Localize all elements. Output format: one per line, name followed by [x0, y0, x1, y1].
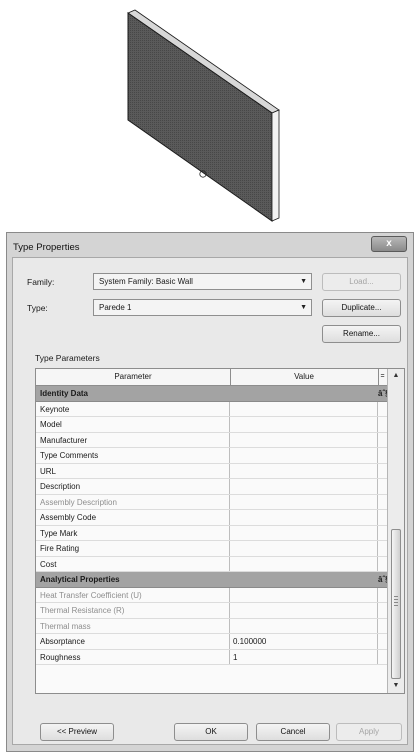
parameter-value[interactable]	[230, 463, 378, 478]
parameter-name: Absorptance	[36, 634, 230, 649]
parameter-value	[230, 618, 378, 633]
parameter-name: Keynote	[36, 401, 230, 416]
parameter-name: Type Mark	[36, 525, 230, 540]
type-label: Type:	[27, 303, 48, 313]
parameter-row[interactable]: Assembly Description	[36, 494, 388, 510]
scrollbar-thumb[interactable]	[391, 529, 401, 679]
parameter-name: Cost	[36, 556, 230, 571]
dialog-titlebar: Type Properties x	[7, 233, 413, 257]
parameter-value	[230, 494, 378, 509]
parameter-row[interactable]: Type Comments	[36, 448, 388, 464]
parameter-value[interactable]	[230, 556, 378, 571]
parameter-value[interactable]	[230, 417, 378, 432]
family-dropdown-value: System Family: Basic Wall	[99, 277, 193, 286]
parameter-row[interactable]: Thermal Resistance (R)	[36, 603, 388, 619]
parameter-value[interactable]: 1	[230, 649, 378, 664]
wall-3d-preview	[127, 9, 280, 222]
parameter-row[interactable]: Fire Rating	[36, 541, 388, 557]
grid-header: Parameter Value =	[36, 369, 388, 386]
parameter-row[interactable]: Heat Transfer Coefficient (U)	[36, 587, 388, 603]
parameter-name: URL	[36, 463, 230, 478]
parameter-value[interactable]	[230, 448, 378, 463]
duplicate-button[interactable]: Duplicate...	[322, 299, 401, 317]
column-sort-icon[interactable]: =	[378, 369, 387, 385]
parameter-value[interactable]	[230, 525, 378, 540]
scrollbar-grip-icon	[394, 596, 398, 606]
parameter-row[interactable]: Keynote	[36, 401, 388, 417]
load-button[interactable]: Load...	[322, 273, 401, 291]
parameter-value[interactable]: 0.100000	[230, 634, 378, 649]
rename-button[interactable]: Rename...	[322, 325, 401, 343]
type-dropdown[interactable]: Parede 1 ▼	[93, 299, 312, 316]
family-dropdown[interactable]: System Family: Basic Wall ▼	[93, 273, 312, 290]
scroll-up-arrow-icon[interactable]: ▲	[388, 369, 404, 383]
group-header-row[interactable]: Identity Data âˆ§	[36, 386, 390, 402]
parameter-row[interactable]: Manufacturer	[36, 432, 388, 448]
family-label: Family:	[27, 277, 55, 287]
type-properties-dialog: Type Properties x Family: System Family:…	[6, 232, 414, 752]
parameter-value[interactable]	[230, 541, 378, 556]
parameter-row[interactable]: Absorptance 0.100000	[36, 634, 388, 650]
scroll-down-arrow-icon[interactable]: ▼	[388, 679, 404, 693]
parameter-value[interactable]	[230, 479, 378, 494]
parameter-value[interactable]	[230, 401, 378, 416]
parameter-name: Heat Transfer Coefficient (U)	[36, 587, 230, 602]
wall-preview-area	[0, 0, 418, 232]
close-button[interactable]: x	[371, 236, 407, 252]
parameter-name: Roughness	[36, 649, 230, 664]
parameter-row[interactable]: URL	[36, 463, 388, 479]
parameter-name: Type Comments	[36, 448, 230, 463]
ok-button[interactable]: OK	[174, 723, 248, 741]
parameter-row[interactable]: Assembly Code	[36, 510, 388, 526]
parameter-row[interactable]: Thermal mass	[36, 618, 388, 634]
parameter-name: Thermal Resistance (R)	[36, 603, 230, 618]
parameter-row[interactable]: Roughness 1	[36, 649, 388, 665]
cancel-button[interactable]: Cancel	[256, 723, 330, 741]
parameter-name: Fire Rating	[36, 541, 230, 556]
column-header-value[interactable]: Value	[230, 369, 379, 385]
parameter-name: Assembly Code	[36, 510, 230, 525]
parameter-row[interactable]: Model	[36, 417, 388, 433]
type-parameters-grid: Parameter Value = Identity Data âˆ§ Keynot…	[35, 368, 405, 694]
parameter-name: Assembly Description	[36, 494, 230, 509]
grid-rows: Identity Data âˆ§ Keynote Model Manufacturer…	[36, 386, 390, 665]
column-header-parameter[interactable]: Parameter	[36, 369, 231, 385]
parameter-name: Manufacturer	[36, 432, 230, 447]
grid-vertical-scrollbar[interactable]: ▲ ▼	[387, 369, 404, 693]
parameter-row[interactable]: Description	[36, 479, 388, 495]
chevron-down-icon: ▼	[300, 304, 307, 311]
dialog-client-area: Family: System Family: Basic Wall ▼ Load…	[12, 257, 408, 745]
close-icon: x	[386, 238, 392, 249]
dialog-title: Type Properties	[13, 242, 80, 253]
parameter-name: Description	[36, 479, 230, 494]
type-dropdown-value: Parede 1	[99, 303, 132, 312]
chevron-down-icon: ▼	[300, 278, 307, 285]
parameter-value	[230, 603, 378, 618]
parameter-row[interactable]: Type Mark	[36, 525, 388, 541]
preview-button[interactable]: << Preview	[40, 723, 114, 741]
group-name: Identity Data	[40, 389, 89, 398]
parameter-name: Thermal mass	[36, 618, 230, 633]
parameter-value	[230, 587, 378, 602]
apply-button[interactable]: Apply	[336, 723, 402, 741]
parameter-name: Model	[36, 417, 230, 432]
type-parameters-label: Type Parameters	[35, 353, 100, 363]
parameter-value[interactable]	[230, 510, 378, 525]
parameter-value[interactable]	[230, 432, 378, 447]
parameter-row[interactable]: Cost	[36, 556, 388, 572]
group-header-row[interactable]: Analytical Properties âˆ§	[36, 572, 390, 588]
group-name: Analytical Properties	[40, 575, 120, 584]
